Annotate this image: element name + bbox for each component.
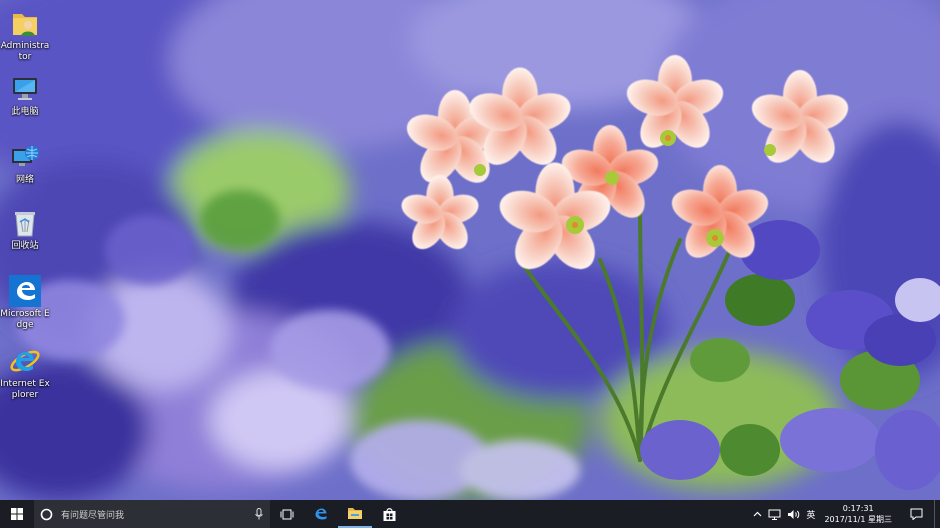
taskbar-store-button[interactable] — [372, 500, 406, 528]
desktop-icon-label: 网络 — [15, 175, 34, 185]
desktop-icon-label: Administrator — [0, 41, 50, 62]
task-view-button[interactable] — [270, 500, 304, 528]
desktop-icon-internet-explorer[interactable]: Internet Explorer — [0, 344, 50, 401]
desktop-icon-this-pc[interactable]: 此电脑 — [0, 72, 50, 118]
desktop-icon-label: 回收站 — [11, 241, 39, 251]
recycle-bin-icon — [8, 206, 42, 240]
desktop-icon-network[interactable]: 网络 — [0, 140, 50, 186]
action-center-button[interactable] — [898, 500, 934, 528]
microphone-icon[interactable] — [248, 508, 270, 520]
clock-time: 0:17:31 — [842, 504, 874, 513]
cortana-search-box[interactable]: 有问题尽管问我 — [34, 500, 270, 528]
edge-icon — [8, 274, 42, 308]
windows-logo-icon — [11, 508, 23, 520]
volume-button[interactable] — [784, 500, 803, 528]
wallpaper-image — [0, 0, 940, 500]
speaker-icon — [788, 509, 800, 519]
network-status-icon — [768, 509, 781, 520]
clock[interactable]: 0:17:31 2017/11/1 星期三 — [818, 500, 898, 528]
search-placeholder: 有问题尽管问我 — [61, 510, 125, 521]
desktop: Administrator 此电脑 网络 回收站 Microsoft Edge … — [0, 0, 940, 528]
desktop-icon-label: Internet Explorer — [0, 379, 50, 400]
task-view-icon — [280, 509, 294, 519]
show-hidden-icons-button[interactable] — [750, 500, 765, 528]
desktop-icon-administrator[interactable]: Administrator — [0, 6, 50, 63]
show-desktop-button[interactable] — [934, 500, 940, 528]
taskbar: 有问题尽管问我 英 0:17:31 2017/11/1 星期三 — [0, 500, 940, 528]
desktop-icon-recycle-bin[interactable]: 回收站 — [0, 206, 50, 252]
desktop-icon-label: 此电脑 — [11, 107, 39, 117]
computer-icon — [8, 72, 42, 106]
desktop-icon-microsoft-edge[interactable]: Microsoft Edge — [0, 274, 50, 331]
store-icon — [383, 507, 395, 521]
taskbar-edge-button[interactable] — [304, 500, 338, 528]
desktop-icon-label: Microsoft Edge — [0, 309, 50, 330]
user-folder-icon — [8, 6, 42, 40]
network-icon — [8, 140, 42, 174]
cortana-icon — [40, 508, 53, 520]
folder-icon — [348, 508, 362, 519]
system-tray: 英 0:17:31 2017/11/1 星期三 — [750, 500, 940, 528]
ie-icon — [8, 344, 42, 378]
input-method-indicator[interactable]: 英 — [803, 500, 818, 528]
edge-icon — [315, 508, 327, 520]
taskbar-file-explorer-button[interactable] — [338, 500, 372, 528]
notification-icon — [910, 508, 922, 520]
clock-date: 2017/11/1 星期三 — [824, 515, 892, 524]
chevron-up-icon — [753, 511, 762, 517]
start-button[interactable] — [0, 500, 34, 528]
network-status-button[interactable] — [765, 500, 784, 528]
